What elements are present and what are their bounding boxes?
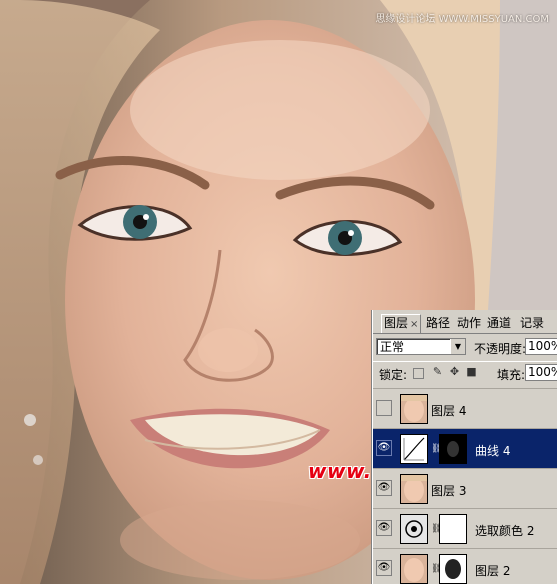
eye-icon[interactable]: 👁 <box>376 560 392 576</box>
fill-label: 填充: <box>497 368 526 382</box>
link-icon: ⛓ <box>431 524 443 534</box>
blend-mode-select[interactable]: 正常 ▼ <box>376 338 466 355</box>
tab-layers[interactable]: 图层 × <box>381 314 422 333</box>
layer-name[interactable]: 图层 4 <box>431 402 466 419</box>
layers-panel: 图层× 路径 动作 通道 记录 正常 ▼ 不透明度: 100% 锁定: ✎ ✥ … <box>372 310 557 584</box>
layer-row[interactable]: 👁 ⛓ 曲线 4 <box>373 429 557 469</box>
blend-row: 正常 ▼ 不透明度: 100% <box>373 336 557 358</box>
fill-field[interactable]: 100% <box>525 364 557 381</box>
tab-close-icon[interactable]: × <box>410 319 418 330</box>
layer-mask-thumbnail[interactable] <box>439 434 467 464</box>
layer-thumbnail <box>400 554 428 584</box>
tab-history[interactable]: 记录 <box>518 315 546 333</box>
layer-name[interactable]: 选取颜色 2 <box>475 522 534 539</box>
lock-row: 锁定: ✎ ✥ ■ 填充: 100% <box>373 361 557 384</box>
layer-name[interactable]: 图层 3 <box>431 482 466 499</box>
layer-name[interactable]: 图层 2 <box>475 562 510 579</box>
watermark-top: 思缘设计论坛 WWW.MISSYUAN.COM <box>375 14 549 25</box>
tab-paths[interactable]: 路径 <box>424 315 452 333</box>
layer-thumbnail <box>400 474 428 504</box>
layer-mask-thumbnail[interactable] <box>439 554 467 584</box>
layer-thumbnail <box>400 394 428 424</box>
layer-row[interactable]: 👁 ⛓ 选取颜色 2 <box>373 509 557 549</box>
layer-row[interactable]: 👁 图层 3 <box>373 469 557 509</box>
tab-layers-label: 图层 <box>384 316 409 330</box>
eye-icon[interactable]: 👁 <box>376 440 392 456</box>
opacity-field[interactable]: 100% <box>525 338 557 355</box>
panel-tabs: 图层 × 路径 动作 通道 记录 <box>373 310 557 334</box>
layer-row[interactable]: 图层 4 <box>373 389 557 429</box>
selective-color-icon <box>400 514 428 544</box>
lock-transparency-icon[interactable] <box>413 368 424 379</box>
layer-mask-thumbnail[interactable] <box>439 514 467 544</box>
layers-list: 图层 4 👁 ⛓ 曲线 4 👁 图层 3 👁 ⛓ 选取颜色 2 👁 ⛓ 图层 2 <box>373 384 557 584</box>
eye-icon[interactable]: 👁 <box>376 480 392 496</box>
chevron-down-icon[interactable]: ▼ <box>450 339 465 354</box>
link-icon: ⛓ <box>431 564 443 574</box>
lock-brush-icon[interactable]: ✎ <box>431 365 444 378</box>
link-icon: ⛓ <box>431 444 443 454</box>
visibility-toggle[interactable] <box>376 400 392 416</box>
tab-channels[interactable]: 通道 <box>485 315 513 333</box>
curves-icon <box>400 434 428 464</box>
layer-name[interactable]: 曲线 4 <box>475 442 510 459</box>
layer-row[interactable]: 👁 ⛓ 图层 2 <box>373 549 557 584</box>
lock-label: 锁定: <box>379 368 408 382</box>
opacity-label: 不透明度: <box>474 342 527 356</box>
tab-actions[interactable]: 动作 <box>455 315 483 333</box>
blend-mode-value: 正常 <box>380 340 405 354</box>
eye-icon[interactable]: 👁 <box>376 520 392 536</box>
lock-all-icon[interactable]: ■ <box>465 365 478 378</box>
lock-move-icon[interactable]: ✥ <box>448 365 461 378</box>
